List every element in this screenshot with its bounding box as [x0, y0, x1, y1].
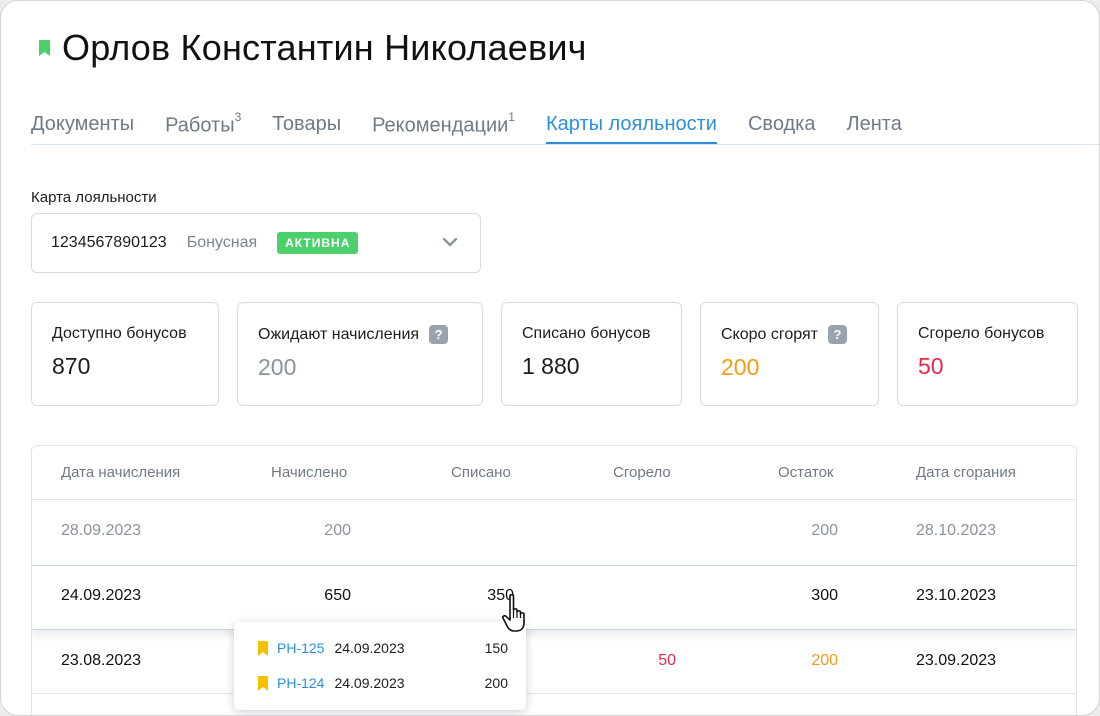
- header-balance[interactable]: Остаток: [778, 464, 834, 481]
- tab-loyalty-cards[interactable]: Карты лояльности: [545, 113, 717, 144]
- cell-balance: 300: [811, 587, 838, 604]
- stat-label: Доступно бонусов: [52, 325, 187, 342]
- tab-label: Товары: [272, 113, 342, 135]
- tab-bar: Документы Работы3 Товары Рекомендации1 К…: [31, 110, 1099, 145]
- popup-date: 24.09.2023: [334, 675, 405, 691]
- table-row[interactable]: 28.09.2023 200 200 28.10.2023: [32, 500, 1076, 565]
- cell-expiry: 28.10.2023: [916, 522, 997, 539]
- page-title: Орлов Константин Николаевич: [62, 27, 587, 68]
- card-type: Бонусная: [186, 234, 258, 251]
- cell-expiry: 23.10.2023: [916, 587, 997, 604]
- tab-works[interactable]: Работы3: [165, 110, 242, 144]
- table-header: Дата начисления Начислено Списано Сгорел…: [32, 446, 1076, 500]
- stat-pending-bonuses: Ожидают начисления? 200: [237, 302, 483, 406]
- hand-pointer-icon: [502, 593, 525, 632]
- tab-label: Работы: [165, 114, 235, 137]
- stat-value: 1 880: [522, 353, 580, 379]
- header-accrued[interactable]: Начислено: [271, 464, 347, 481]
- popup-item: РН-125 24.09.2023 150: [258, 638, 508, 658]
- cell-burned: 50: [658, 652, 676, 669]
- help-icon[interactable]: ?: [827, 325, 847, 344]
- popup-amount: 150: [484, 640, 508, 656]
- stat-spent-bonuses: Списано бонусов 1 880: [501, 302, 682, 406]
- title-row: Орлов Константин Николаевич: [39, 27, 587, 69]
- header-spent[interactable]: Списано: [451, 464, 511, 481]
- stat-label: Списано бонусов: [522, 325, 651, 342]
- stat-label: Ожидают начисления: [258, 325, 420, 343]
- tab-label: Лента: [846, 113, 902, 135]
- cell-balance: 200: [811, 522, 838, 539]
- stat-burned-bonuses: Сгорело бонусов 50: [897, 302, 1078, 406]
- tab-recommendations[interactable]: Рекомендации1: [372, 110, 515, 144]
- stat-label: Сгорело бонусов: [918, 325, 1045, 342]
- table-row[interactable]: 24.09.2023 650 350 300 23.10.2023: [32, 565, 1076, 630]
- stat-expiring-soon: Скоро сгорят? 200: [700, 302, 879, 406]
- stat-value: 200: [721, 354, 760, 380]
- cell-expiry: 23.09.2023: [916, 652, 997, 669]
- stat-value: 200: [258, 354, 297, 380]
- stat-value: 50: [918, 353, 944, 379]
- stat-available-bonuses: Доступно бонусов 870: [31, 302, 219, 406]
- bookmark-icon: [258, 640, 268, 656]
- status-badge: АКТИВНА: [277, 232, 359, 254]
- cell-date: 23.08.2023: [61, 652, 142, 669]
- tab-count: 1: [508, 110, 515, 124]
- tab-label: Карты лояльности: [545, 113, 717, 135]
- tab-label: Сводка: [747, 113, 816, 135]
- cell-date: 28.09.2023: [61, 522, 142, 539]
- tab-goods[interactable]: Товары: [272, 113, 341, 144]
- chevron-down-icon: [442, 237, 458, 247]
- loyalty-card-select[interactable]: 1234567890123 Бонусная АКТИВНА: [31, 213, 481, 273]
- table-row[interactable]: 23.08.2023 50 200 23.09.2023: [32, 630, 1076, 694]
- popup-amount: 200: [484, 675, 508, 691]
- stat-value: 870: [52, 353, 91, 379]
- spent-details-popup: РН-125 24.09.2023 150 РН-124 24.09.2023 …: [234, 622, 526, 710]
- cell-accrued: 200: [324, 522, 351, 539]
- document-link[interactable]: РН-125: [277, 640, 324, 656]
- tab-feed[interactable]: Лента: [847, 113, 902, 144]
- tab-label: Документы: [31, 113, 135, 135]
- cell-accrued: 650: [324, 587, 351, 604]
- cell-date: 24.09.2023: [61, 587, 142, 604]
- header-accrual-date[interactable]: Дата начисления: [61, 464, 180, 481]
- popup-date: 24.09.2023: [334, 640, 405, 656]
- card-number: 1234567890123: [51, 234, 167, 251]
- header-burned[interactable]: Сгорело: [613, 464, 671, 481]
- bookmark-icon: [258, 675, 268, 691]
- tab-label: Рекомендации: [372, 114, 509, 137]
- tab-count: 3: [234, 110, 242, 124]
- bookmark-icon[interactable]: [39, 40, 50, 56]
- stat-label: Скоро сгорят: [721, 325, 818, 343]
- loyalty-card-label: Карта лояльности: [31, 189, 157, 206]
- document-link[interactable]: РН-124: [277, 675, 324, 691]
- tab-documents[interactable]: Документы: [31, 113, 134, 144]
- header-expiry-date[interactable]: Дата сгорания: [916, 464, 1016, 481]
- help-icon[interactable]: ?: [429, 325, 449, 344]
- bonus-history-table: Дата начисления Начислено Списано Сгорел…: [31, 445, 1077, 715]
- cell-balance: 200: [811, 652, 838, 669]
- popup-item: РН-124 24.09.2023 200: [258, 673, 508, 693]
- app-window: Орлов Константин Николаевич Документы Ра…: [0, 0, 1100, 716]
- tab-summary[interactable]: Сводка: [748, 113, 816, 144]
